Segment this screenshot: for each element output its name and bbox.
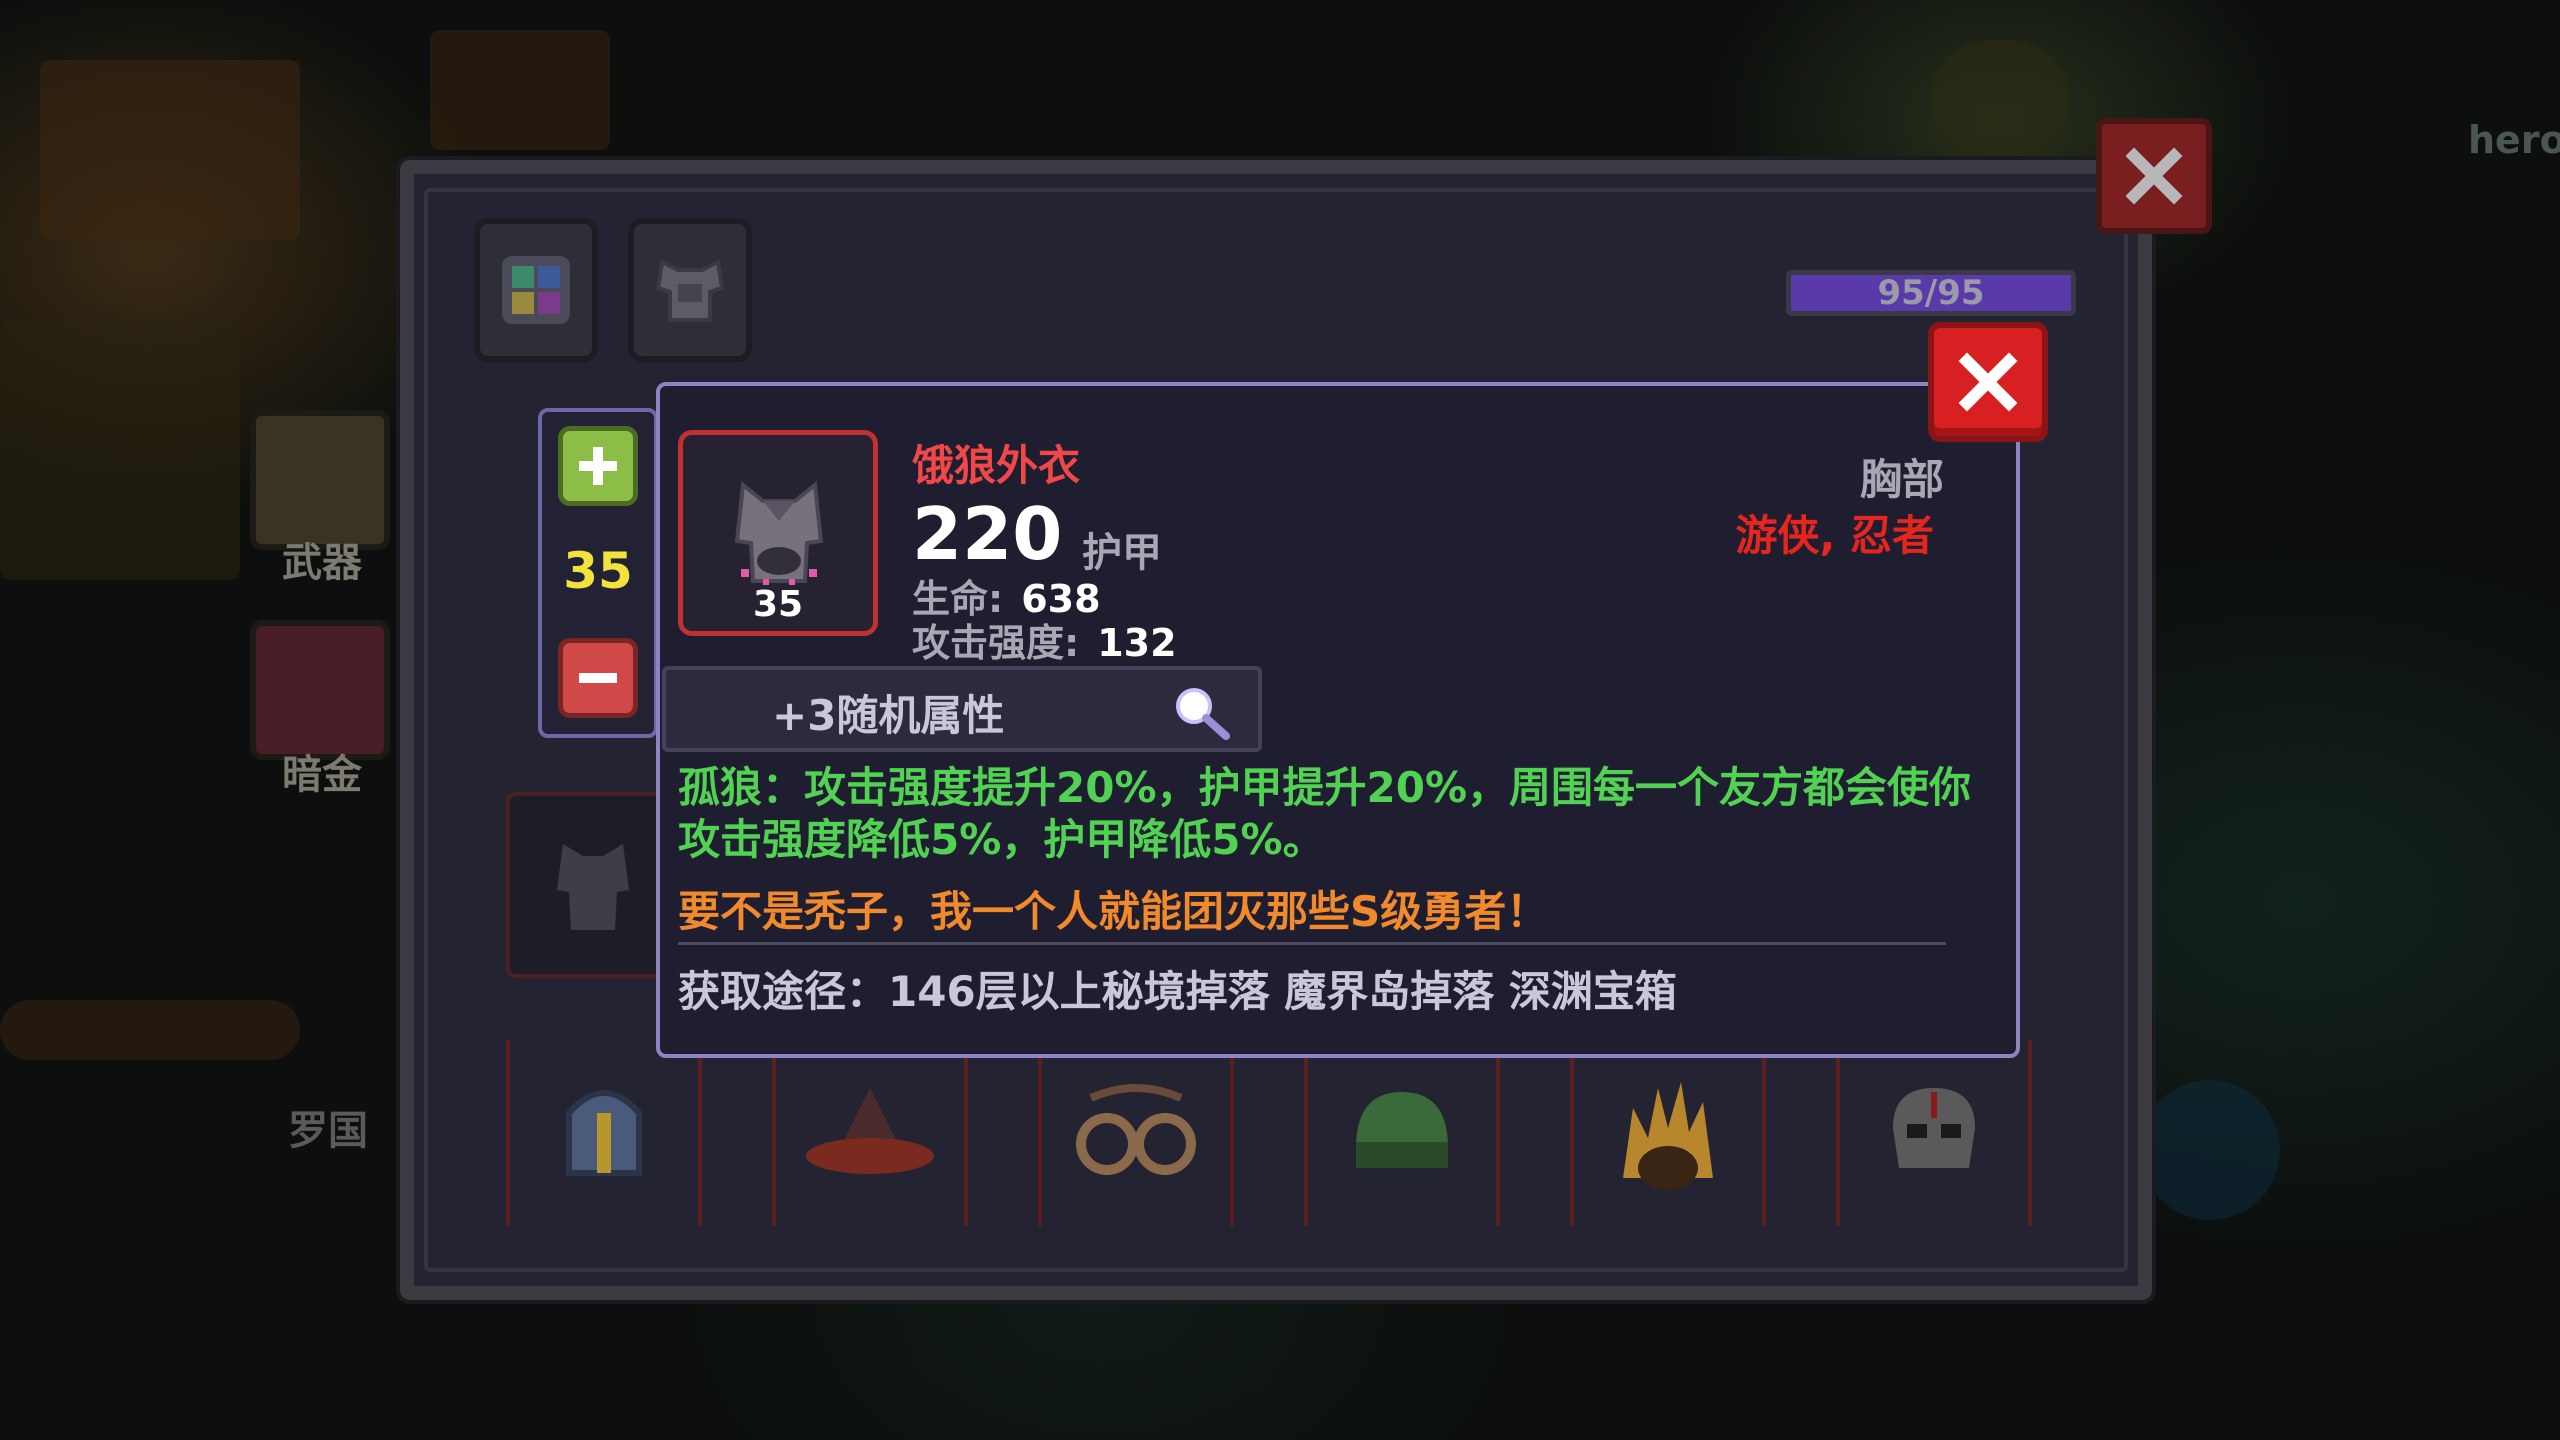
- tab-inventory-grid[interactable]: [474, 218, 598, 362]
- bg-home-sign: [1930, 40, 2070, 160]
- weapon-side-button[interactable]: [250, 410, 390, 550]
- item-name: 饿狼外衣: [912, 441, 1081, 490]
- army-helmet-icon: [1356, 1092, 1448, 1168]
- goggles-icon: [1076, 1084, 1196, 1175]
- item-source-text: 获取途径：146层以上秘境掉落 魔界岛掉落 深渊宝箱: [678, 967, 1677, 1016]
- bg-glow: [0, 1000, 300, 1060]
- class-restriction: 游侠, 忍者: [1735, 511, 1934, 560]
- equip-slot-type: 胸部: [1859, 455, 1944, 504]
- random-attributes-label: +3随机属性: [772, 691, 1005, 740]
- minus-icon: [579, 673, 617, 683]
- increase-level-button[interactable]: [558, 426, 638, 506]
- hero-label: hero: [2468, 118, 2560, 162]
- dark-gold-label: 暗金: [282, 752, 362, 798]
- panel-close-button[interactable]: [2096, 118, 2212, 234]
- flame-hair-icon: [1623, 1082, 1713, 1190]
- bg-building: [40, 60, 300, 240]
- close-icon: [1958, 352, 2018, 412]
- armor-value: 220: [912, 492, 1063, 576]
- capacity-text: 95/95: [1877, 273, 1985, 313]
- weapon-label: 武器: [282, 540, 362, 586]
- bg-building: [430, 30, 610, 150]
- skull-mask-icon: [1893, 1088, 1975, 1168]
- equipment-slot-chest[interactable]: [506, 792, 680, 978]
- item-flavor-text: 要不是秃子，我一个人就能团灭那些S级勇者！: [678, 887, 1549, 936]
- close-icon: [2125, 147, 2183, 205]
- gear-slot-mask[interactable]: [1836, 1040, 2032, 1226]
- gear-slot-flame-hair[interactable]: [1570, 1040, 1766, 1226]
- gear-slot-glasses[interactable]: [1038, 1040, 1234, 1226]
- npc-name: 罗国: [288, 1108, 368, 1154]
- item-icon-slot: 35: [678, 430, 878, 636]
- item-level: 35: [752, 584, 804, 625]
- witch-hat-icon: [806, 1088, 934, 1174]
- coat-icon: [557, 844, 629, 930]
- grid-icon: [502, 256, 570, 324]
- armor-icon: [655, 258, 725, 322]
- plus-icon: [579, 447, 617, 485]
- magnifier-icon[interactable]: [1170, 682, 1234, 742]
- tab-armor[interactable]: [628, 218, 752, 362]
- stat-label: 攻击强度:: [912, 621, 1080, 665]
- decrease-level-button[interactable]: [558, 638, 638, 718]
- tooltip-close-button[interactable]: [1928, 322, 2048, 442]
- item-effect-text: 孤狼：攻击强度提升20%，护甲提升20%，周围每一个友方都会使你攻击强度降低5%…: [678, 763, 1972, 864]
- helmet-icon: [566, 1090, 642, 1176]
- bg-stall: [0, 320, 240, 580]
- gear-slot-army-helmet[interactable]: [1304, 1040, 1500, 1226]
- capacity-bar: 95/95: [1786, 270, 2076, 316]
- gear-slot-helmet[interactable]: [506, 1040, 702, 1226]
- wolf-coat-icon: [734, 481, 824, 585]
- stat-value: 132: [1097, 621, 1177, 665]
- bg-portal: [2140, 1080, 2280, 1220]
- dark-gold-side-button[interactable]: [250, 620, 390, 760]
- random-attributes-box[interactable]: +3随机属性: [662, 666, 1262, 752]
- stat-row-attack: 攻击强度: 132: [912, 612, 1177, 667]
- gear-slot-witch-hat[interactable]: [772, 1040, 968, 1226]
- tooltip-divider: [678, 942, 1946, 945]
- level-value: 35: [563, 542, 633, 600]
- level-stepper: 35: [538, 408, 658, 738]
